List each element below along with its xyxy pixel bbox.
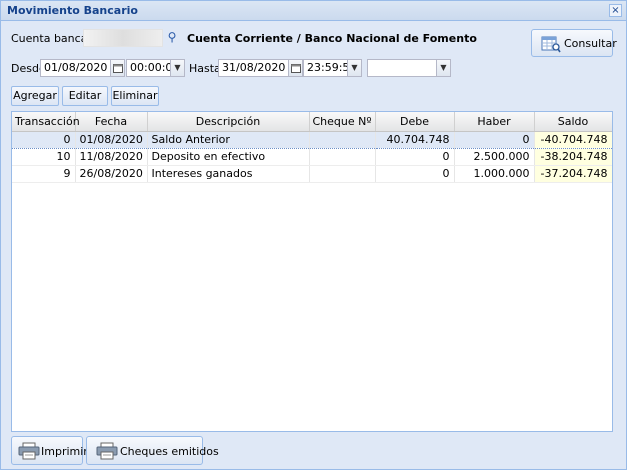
close-icon[interactable]: × (609, 4, 622, 17)
extra-select[interactable] (367, 59, 437, 77)
cell-haber: 1.000.000 (454, 165, 535, 183)
col-fecha[interactable]: Fecha (75, 112, 148, 132)
cell-cheque (309, 148, 376, 166)
cell-descripcion: Deposito en efectivo (147, 148, 310, 166)
table-row[interactable]: 0 01/08/2020 Saldo Anterior 40.704.748 0… (12, 130, 612, 149)
account-input[interactable] (83, 29, 163, 47)
desde-date-field[interactable]: 01/08/2020 (40, 59, 111, 77)
cell-transaccion: 10 (12, 148, 76, 166)
chevron-down-icon[interactable]: ▼ (437, 59, 451, 77)
cell-saldo: -38.204.748 (534, 148, 612, 166)
movements-table: Transacción Fecha Descripción Cheque Nº … (12, 112, 612, 183)
cheques-emitidos-label: Cheques emitidos (120, 445, 219, 458)
consultar-label: Consultar (564, 37, 617, 50)
table-row[interactable]: 9 26/08/2020 Intereses ganados 0 1.000.0… (12, 165, 612, 183)
cell-saldo: -37.204.748 (534, 165, 612, 183)
consultar-button[interactable]: Consultar (531, 29, 617, 57)
desde-time-field[interactable]: 00:00:01 (126, 59, 171, 77)
cell-fecha: 26/08/2020 (75, 165, 148, 183)
col-saldo[interactable]: Saldo (534, 112, 612, 132)
table-row[interactable]: 10 11/08/2020 Deposito en efectivo 0 2.5… (12, 148, 612, 166)
calendar-icon[interactable] (111, 59, 125, 77)
col-cheque[interactable]: Cheque Nº (309, 112, 376, 132)
cell-descripcion: Intereses ganados (147, 165, 310, 183)
chevron-down-icon[interactable]: ▼ (171, 59, 185, 77)
hasta-label: Hasta (189, 62, 221, 75)
cell-transaccion: 0 (12, 130, 76, 149)
cell-fecha: 01/08/2020 (75, 130, 148, 149)
cell-haber: 0 (454, 130, 535, 149)
search-icon[interactable]: ⚲ (164, 29, 180, 47)
chevron-down-icon[interactable]: ▼ (348, 59, 362, 77)
hasta-time-field[interactable]: 23:59:58 (303, 59, 348, 77)
printer-icon (96, 442, 118, 463)
cheques-emitidos-button[interactable]: Cheques emitidos (86, 436, 219, 465)
window-body: Cuenta bancaria ⚲ Cuenta Corriente / Ban… (1, 22, 626, 469)
calendar-icon[interactable] (289, 59, 303, 77)
col-haber[interactable]: Haber (454, 112, 535, 132)
agregar-button[interactable]: Agregar (11, 86, 59, 106)
cell-fecha: 11/08/2020 (75, 148, 148, 166)
grid-header-row: Transacción Fecha Descripción Cheque Nº … (12, 112, 612, 132)
movimiento-bancario-window: Movimiento Bancario × Cuenta bancaria ⚲ … (0, 0, 627, 470)
cell-cheque (309, 130, 376, 149)
imprimir-label: Imprimir (41, 445, 88, 458)
window-titlebar: Movimiento Bancario × (1, 1, 626, 21)
cell-descripcion: Saldo Anterior (147, 130, 310, 149)
window-title: Movimiento Bancario (7, 4, 138, 17)
account-name: Cuenta Corriente / Banco Nacional de Fom… (187, 32, 477, 45)
eliminar-button[interactable]: Eliminar (111, 86, 159, 106)
editar-button[interactable]: Editar (62, 86, 108, 106)
printer-icon (18, 442, 40, 463)
imprimir-button[interactable]: Imprimir (11, 436, 88, 465)
cell-saldo: -40.704.748 (534, 130, 612, 149)
movements-grid: Transacción Fecha Descripción Cheque Nº … (11, 111, 613, 432)
cell-haber: 2.500.000 (454, 148, 535, 166)
cell-debe: 40.704.748 (375, 130, 455, 149)
col-debe[interactable]: Debe (375, 112, 455, 132)
cell-debe: 0 (375, 148, 455, 166)
table-search-icon (541, 35, 561, 56)
cell-cheque (309, 165, 376, 183)
col-descripcion[interactable]: Descripción (147, 112, 310, 132)
hasta-date-field[interactable]: 31/08/2020 (218, 59, 289, 77)
cell-debe: 0 (375, 165, 455, 183)
cell-transaccion: 9 (12, 165, 76, 183)
col-transaccion[interactable]: Transacción (12, 112, 80, 132)
